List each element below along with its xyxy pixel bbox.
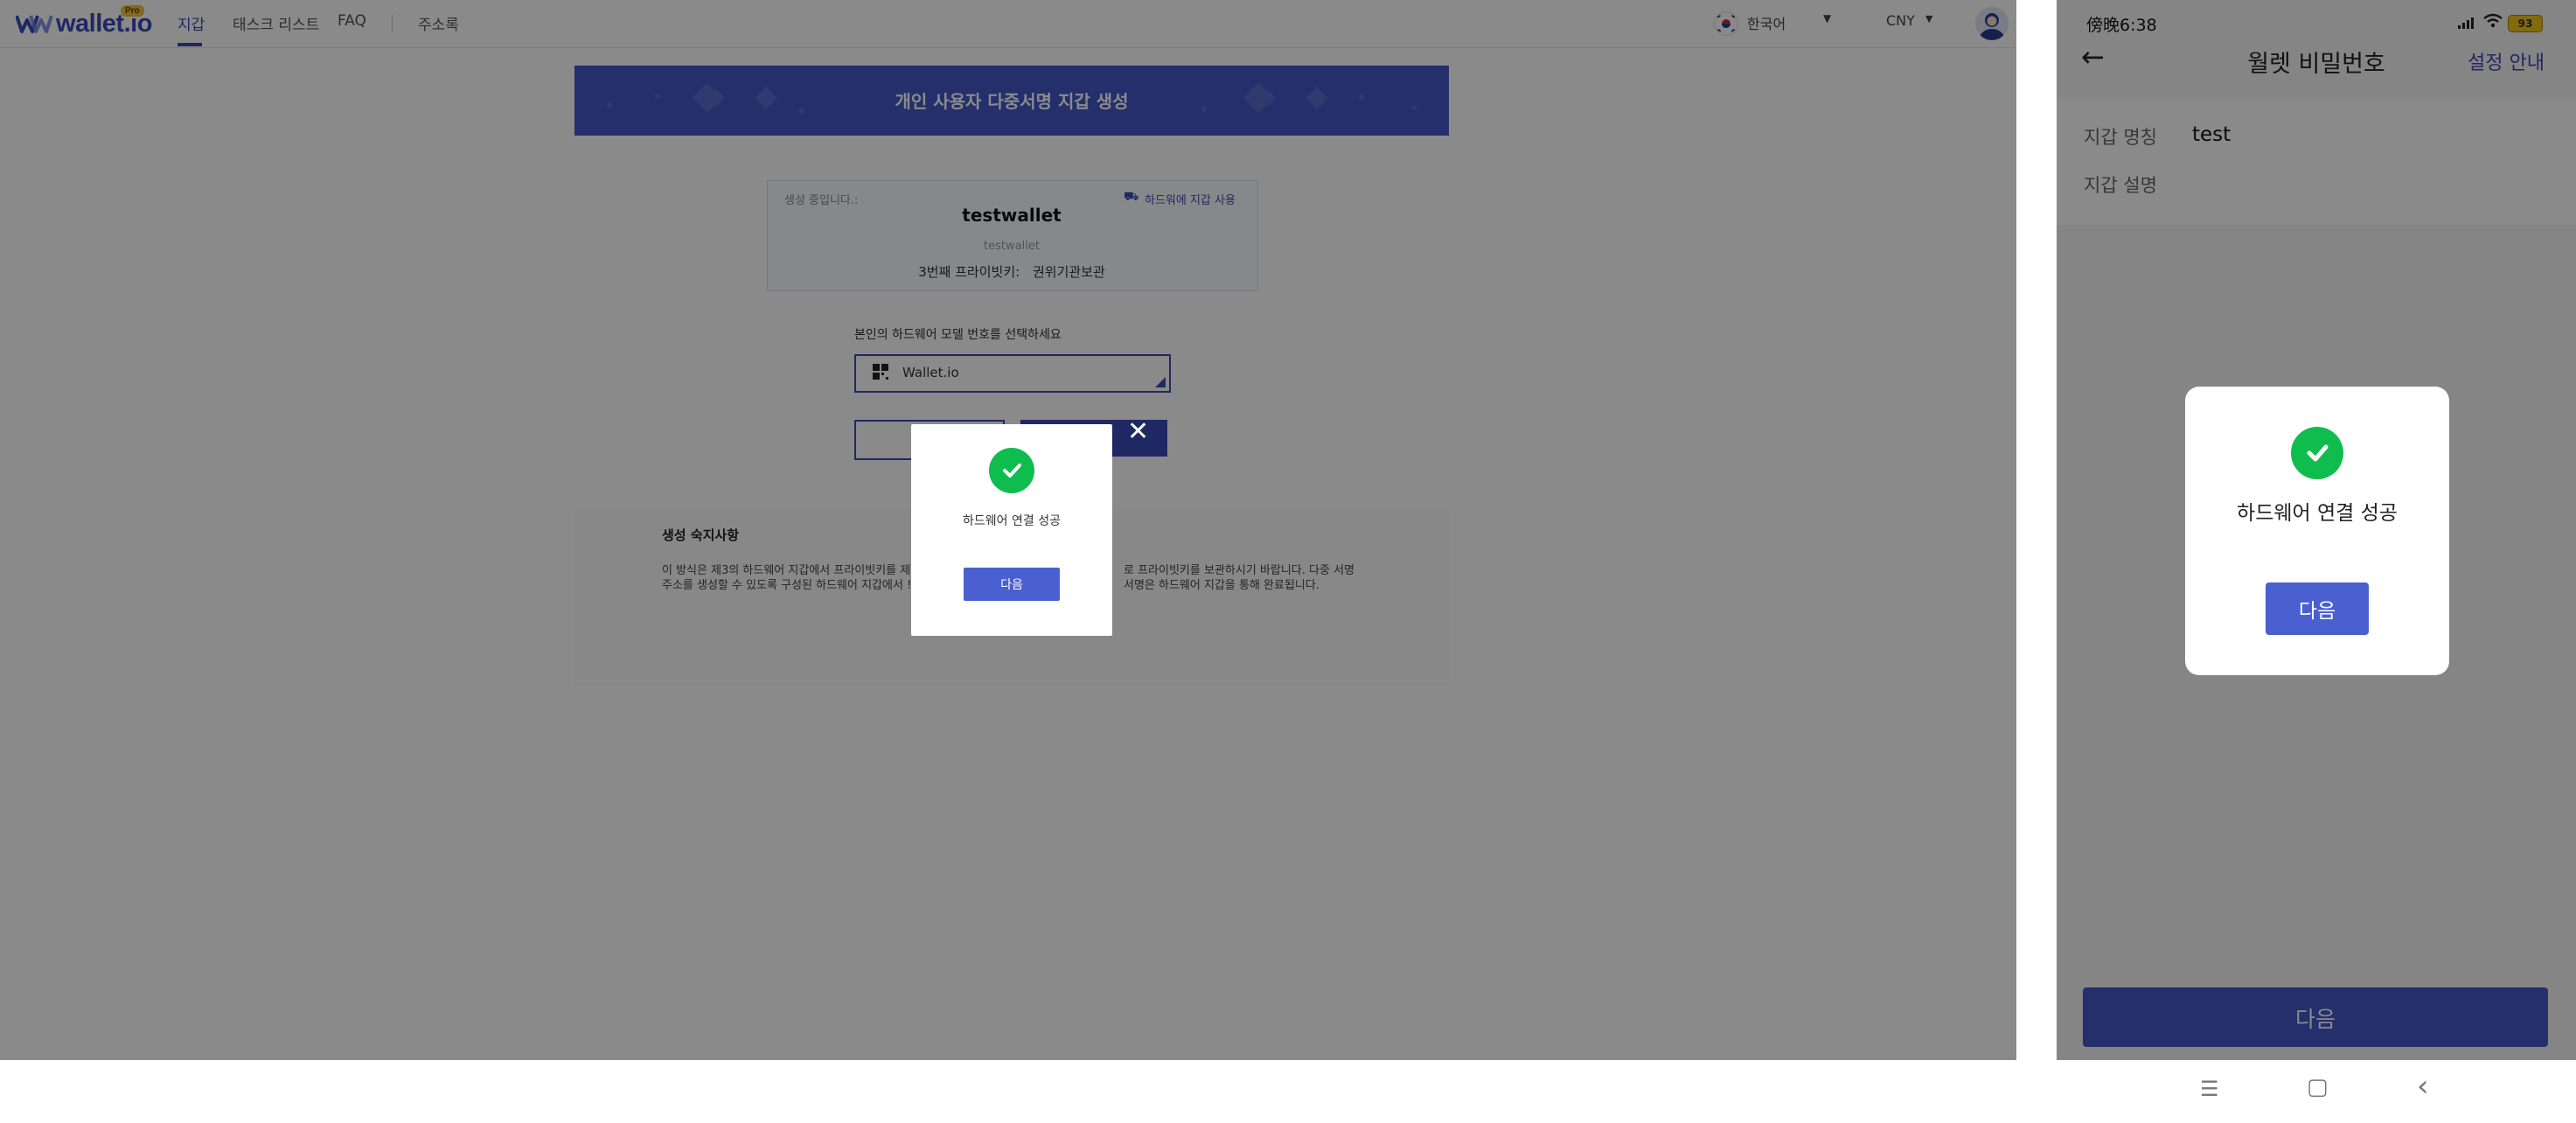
- success-check-icon: [989, 448, 1034, 493]
- mobile-dialog-next-button[interactable]: 다음: [2266, 582, 2369, 635]
- system-back-icon[interactable]: ‹: [2417, 1069, 2429, 1104]
- dialog-close-icon[interactable]: ✕: [1127, 416, 1149, 447]
- menu-icon[interactable]: ☰: [2200, 1077, 2219, 1101]
- dialog-message: 하드웨어 연결 성공: [963, 514, 1061, 528]
- mobile-success-check-icon: [2291, 427, 2343, 479]
- mobile-app-view: 傍晚6:38 93 ← 월렛 비밀번호 설정 안내 지갑 명칭 test 지갑 …: [2057, 0, 2576, 1123]
- home-icon[interactable]: ▢: [2307, 1074, 2329, 1100]
- mobile-dialog-message: 하드웨어 연결 성공: [2237, 502, 2398, 525]
- desktop-browser-view: wallet.io Pro 지갑 태스크 리스트 FAQ 주소록 한국어 ▼ C…: [0, 0, 2016, 1060]
- mobile-hardware-connected-dialog: 하드웨어 연결 성공 다음: [2185, 387, 2449, 675]
- mobile-dialog-next-label: 다음: [2298, 600, 2336, 623]
- hardware-connected-dialog: 하드웨어 연결 성공 다음: [911, 424, 1112, 636]
- dialog-next-label: 다음: [1000, 578, 1023, 592]
- dialog-next-button[interactable]: 다음: [964, 568, 1060, 601]
